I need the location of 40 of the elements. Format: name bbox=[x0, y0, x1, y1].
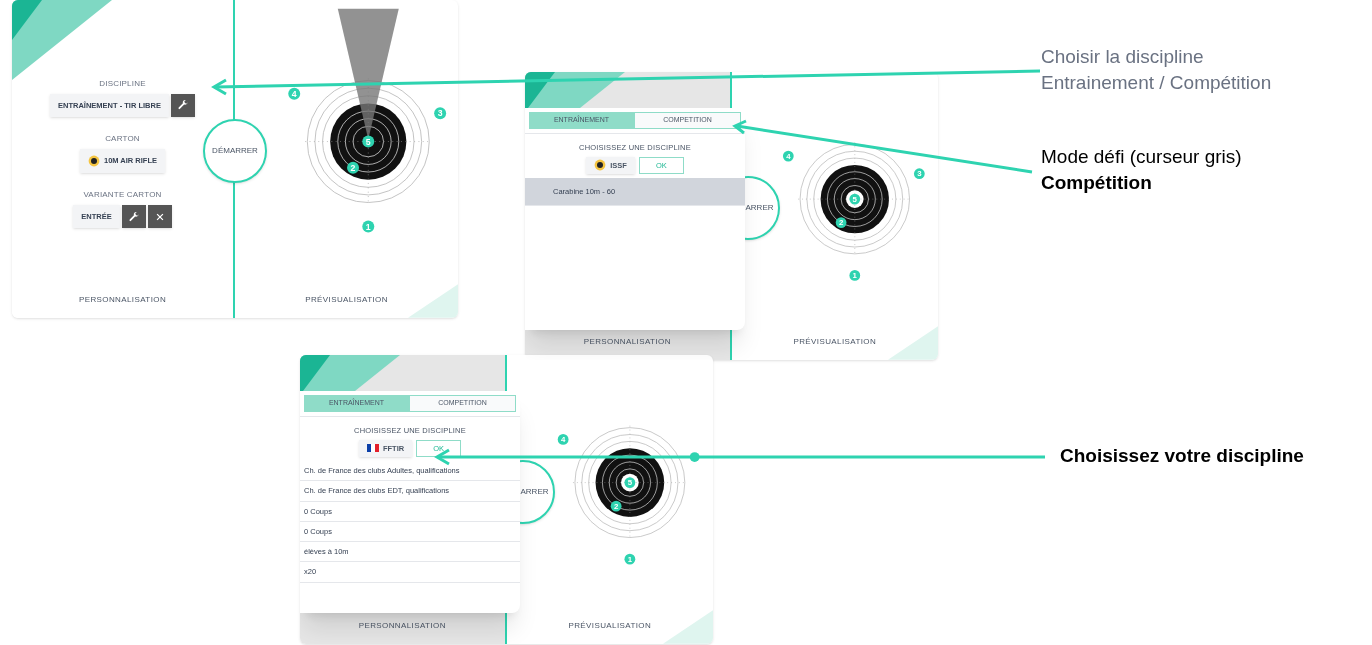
shot-marker: 4 bbox=[782, 150, 794, 162]
shot-marker: 1 bbox=[624, 553, 635, 565]
shot-marker: 1 bbox=[362, 220, 375, 233]
shot-marker: 2 bbox=[835, 217, 846, 228]
corner-decoration bbox=[408, 284, 458, 318]
action-button[interactable] bbox=[170, 93, 195, 117]
shot-marker: 1 bbox=[848, 270, 860, 281]
start-button[interactable]: DÉMARRER bbox=[203, 119, 267, 183]
shot-marker: 3 bbox=[913, 168, 925, 180]
shot-marker: 5 bbox=[362, 135, 375, 148]
field-label: DISCIPLINE bbox=[99, 77, 146, 90]
annotation-text: Compétition bbox=[1041, 171, 1153, 195]
section-footer: PERSONNALISATION bbox=[583, 336, 671, 348]
shot-marker: 2 bbox=[610, 500, 622, 512]
annotation-text: Entrainement / Compétition bbox=[1041, 71, 1272, 95]
corner-decoration bbox=[888, 326, 938, 360]
annotation-text: Choisissez votre discipline bbox=[1060, 444, 1304, 468]
shot-marker: 3 bbox=[434, 107, 447, 120]
action-button[interactable] bbox=[121, 205, 146, 229]
shot-marker: 5 bbox=[848, 193, 860, 205]
corner-decoration bbox=[663, 610, 713, 644]
section-footer: PERSONNALISATION bbox=[358, 620, 446, 632]
field-label: CARTON bbox=[105, 133, 140, 145]
annotation-text: Mode défi (curseur gris) bbox=[1041, 145, 1242, 169]
section-footer: PERSONNALISATION bbox=[78, 294, 167, 306]
wrench-icon bbox=[127, 210, 140, 223]
section-footer: PRÉVISUALISATION bbox=[793, 336, 877, 348]
shot-marker: 4 bbox=[557, 434, 569, 445]
close-icon bbox=[154, 211, 165, 222]
annotation-text: Choisir la discipline bbox=[1041, 45, 1205, 69]
target-icon bbox=[87, 155, 100, 167]
shot-marker: 5 bbox=[624, 477, 635, 488]
shot-marker: 4 bbox=[288, 87, 301, 100]
section-footer: PRÉVISUALISATION bbox=[305, 294, 388, 306]
section-footer: PRÉVISUALISATION bbox=[568, 620, 652, 632]
action-button[interactable] bbox=[147, 205, 172, 229]
field-label: VARIANTE CARTON bbox=[83, 189, 162, 201]
shot-marker bbox=[689, 452, 700, 462]
wrench-icon bbox=[176, 99, 189, 112]
shot-marker: 2 bbox=[347, 161, 359, 174]
